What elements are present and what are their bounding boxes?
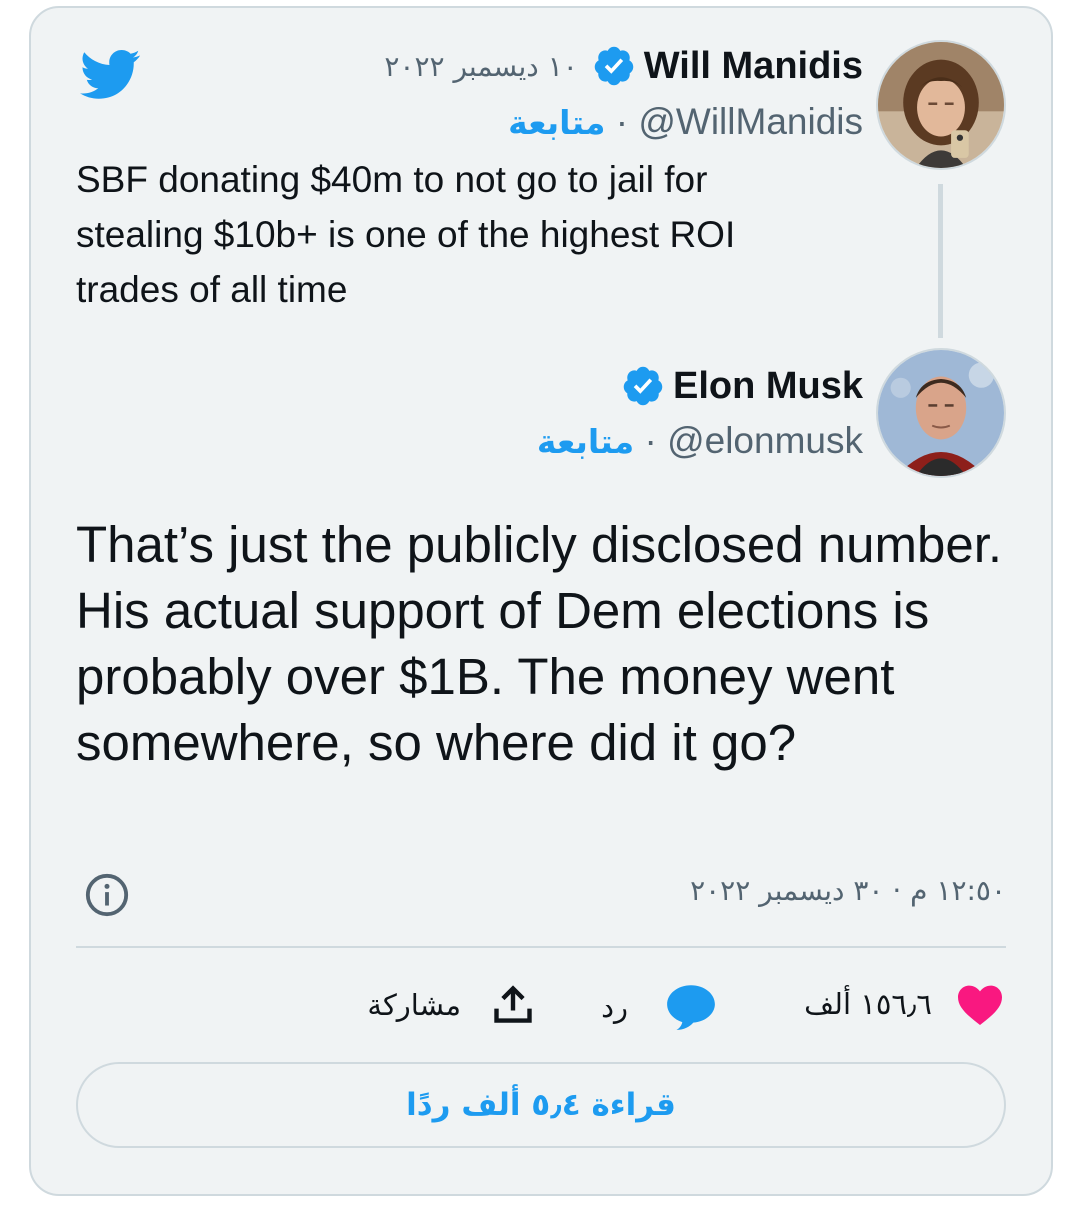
main-author-handle[interactable]: @elonmusk <box>667 420 863 461</box>
follow-button[interactable]: متابعة <box>537 422 634 461</box>
reply-button[interactable]: رد <box>601 982 718 1032</box>
verified-badge-icon <box>594 46 634 86</box>
avatar-elon-musk[interactable] <box>876 348 1006 478</box>
share-upload-icon <box>494 985 532 1023</box>
follow-button[interactable]: متابعة <box>508 103 605 142</box>
main-author-meta: متابعة · @elonmusk <box>537 420 863 462</box>
verified-badge-icon <box>623 366 663 406</box>
like-button[interactable]: ١٥٦٫٦ ألف <box>804 982 1004 1026</box>
main-author-name[interactable]: Elon Musk <box>673 365 863 408</box>
quoted-author-name[interactable]: Will Manidis <box>644 45 863 88</box>
quoted-author-handle[interactable]: @WillManidis <box>638 101 863 142</box>
info-icon[interactable] <box>84 872 130 918</box>
thread-connector-line <box>938 184 943 338</box>
main-tweet-text: That’s just the publicly disclosed numbe… <box>76 516 1003 771</box>
speech-bubble-icon <box>667 985 715 1030</box>
tweet-timestamp[interactable]: ١٢:٥٠ م · ٣٠ ديسمبر ٢٠٢٢ <box>690 874 1006 907</box>
divider <box>76 946 1006 948</box>
separator-dot: · <box>615 101 639 142</box>
quoted-author-row: ١٠ ديسمبر ٢٠٢٢ Will Manidis <box>384 44 863 88</box>
like-count: ١٥٦٫٦ ألف <box>804 987 932 1021</box>
read-replies-button[interactable]: قراءة ٥٫٤ ألف ردًا <box>76 1062 1006 1148</box>
quoted-author-meta: متابعة · @WillManidis <box>508 101 863 143</box>
quoted-tweet-text[interactable]: SBF donating $40m to not go to jail for … <box>76 152 836 317</box>
share-label: مشاركة <box>367 988 461 1022</box>
heart-icon <box>958 985 1002 1025</box>
reply-label: رد <box>601 990 628 1024</box>
share-button[interactable]: مشاركة <box>367 982 535 1028</box>
avatar-will-manidis[interactable] <box>876 40 1006 170</box>
separator-dot: · <box>644 420 668 461</box>
quoted-tweet-date[interactable]: ١٠ ديسمبر ٢٠٢٢ <box>384 50 577 83</box>
main-author-row: Elon Musk <box>621 364 863 408</box>
twitter-bird-icon[interactable] <box>78 44 144 104</box>
